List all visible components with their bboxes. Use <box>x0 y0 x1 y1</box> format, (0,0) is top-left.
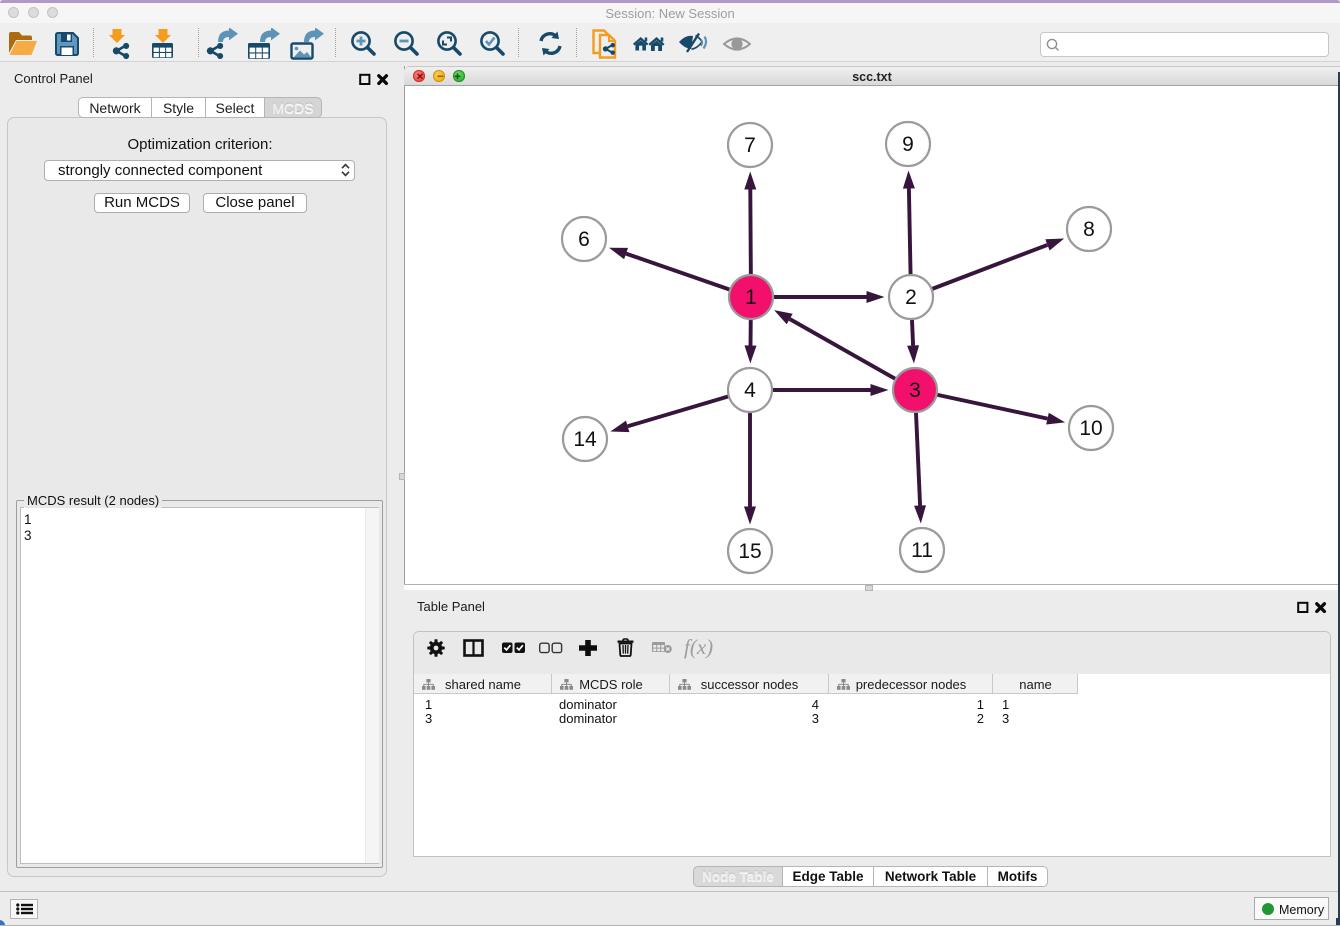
svg-text:1: 1 <box>745 286 757 309</box>
svg-text:4: 4 <box>744 379 756 402</box>
svg-text:2: 2 <box>905 286 917 309</box>
svg-text:7: 7 <box>744 134 756 157</box>
svg-text:10: 10 <box>1079 417 1102 440</box>
svg-text:14: 14 <box>573 428 597 451</box>
svg-text:6: 6 <box>578 228 590 251</box>
svg-text:11: 11 <box>911 539 933 562</box>
svg-text:15: 15 <box>738 540 761 563</box>
svg-text:8: 8 <box>1083 218 1095 241</box>
svg-text:3: 3 <box>909 379 921 402</box>
svg-text:9: 9 <box>902 133 914 156</box>
